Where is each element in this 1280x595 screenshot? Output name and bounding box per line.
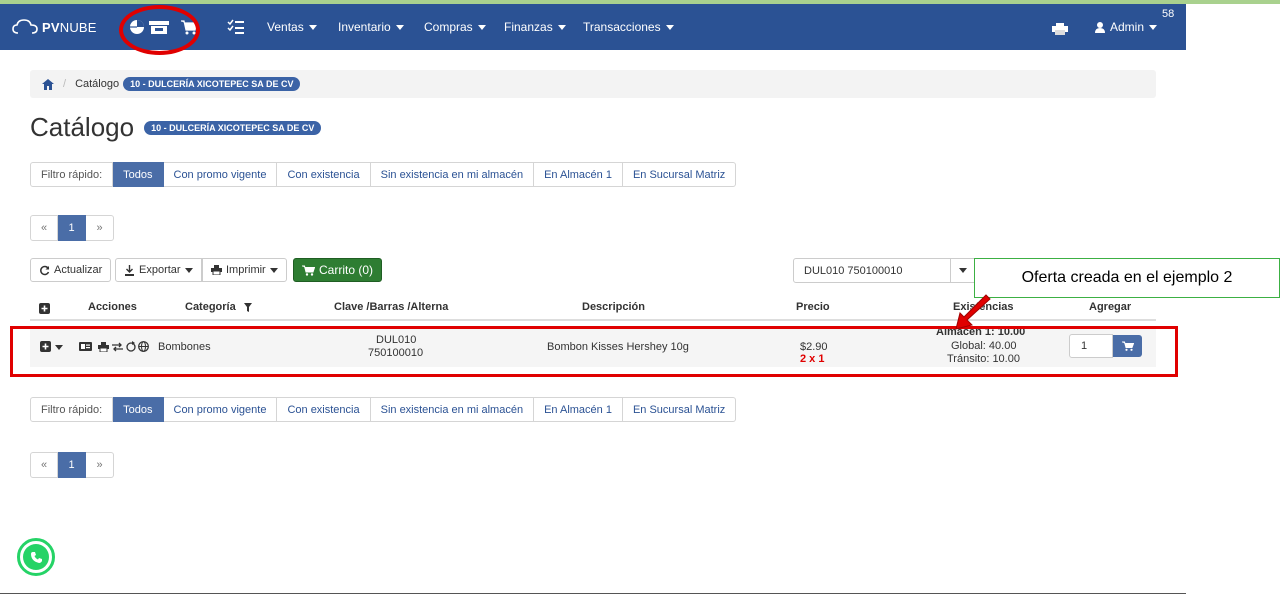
annotation-row-highlight xyxy=(10,326,1178,377)
whatsapp-button[interactable] xyxy=(17,538,55,576)
chevron-down-icon xyxy=(557,24,566,30)
filter-con-existencia[interactable]: Con existencia xyxy=(277,162,371,187)
pagination-bottom: « 1 » xyxy=(30,452,114,478)
menu-label: Transacciones xyxy=(583,20,661,34)
filter-sucursal-matriz[interactable]: En Sucursal Matriz xyxy=(622,162,737,187)
chevron-down-icon xyxy=(1149,24,1158,30)
print-button[interactable]: Imprimir xyxy=(202,258,287,282)
filter-todos[interactable]: Todos xyxy=(113,397,164,422)
chevron-down-icon xyxy=(477,24,486,30)
filter-icon[interactable] xyxy=(244,303,252,312)
checklist-icon[interactable] xyxy=(227,19,245,35)
cart-icon xyxy=(302,265,315,276)
cart-label: Carrito (0) xyxy=(319,263,374,277)
export-icon xyxy=(125,264,134,276)
col-clave: Clave /Barras /Alterna xyxy=(334,301,449,313)
col-acciones: Acciones xyxy=(88,301,137,313)
pager-next[interactable]: » xyxy=(86,452,114,478)
search-dropdown-button[interactable] xyxy=(951,258,976,283)
filter-label: Filtro rápido: xyxy=(30,397,114,422)
printer-icon[interactable] xyxy=(1052,21,1068,37)
chevron-down-icon xyxy=(269,267,278,273)
menu-transacciones[interactable]: Transacciones xyxy=(583,20,674,34)
refresh-button[interactable]: Actualizar xyxy=(30,258,112,282)
logo-text: PVNUBE xyxy=(42,19,97,35)
col-agregar: Agregar xyxy=(1089,301,1132,313)
page-title: Catálogo 10 - DULCERÍA XICOTEPEC SA DE C… xyxy=(30,112,322,143)
annotation-circle xyxy=(119,5,200,55)
filter-label: Filtro rápido: xyxy=(30,162,114,187)
quick-filter-bar-bottom: Filtro rápido: Todos Con promo vigente C… xyxy=(30,397,737,422)
pager-prev[interactable]: « xyxy=(30,215,58,241)
refresh-label: Actualizar xyxy=(54,264,103,276)
chevron-down-icon xyxy=(395,24,404,30)
printer-icon xyxy=(211,265,222,275)
quick-filter-bar: Filtro rápido: Todos Con promo vigente C… xyxy=(30,162,737,187)
filter-todos[interactable]: Todos xyxy=(113,162,164,187)
bottom-border xyxy=(0,593,1186,594)
refresh-icon xyxy=(40,265,50,275)
user-name: Admin xyxy=(1110,20,1145,34)
filter-con-existencia[interactable]: Con existencia xyxy=(277,397,371,422)
user-icon xyxy=(1095,21,1105,33)
chevron-down-icon xyxy=(184,267,193,273)
export-label: Exportar xyxy=(139,264,181,276)
phone-icon xyxy=(23,544,49,570)
filter-sin-existencia[interactable]: Sin existencia en mi almacén xyxy=(370,162,535,187)
annotation-callout: Oferta creada en el ejemplo 2 xyxy=(974,258,1280,298)
chevron-down-icon xyxy=(665,24,674,30)
pagination: « 1 » xyxy=(30,215,114,241)
pager-page[interactable]: 1 xyxy=(58,215,86,241)
filter-almacen-1[interactable]: En Almacén 1 xyxy=(534,397,623,422)
filter-sin-existencia[interactable]: Sin existencia en mi almacén xyxy=(370,397,535,422)
menu-label: Ventas xyxy=(267,20,304,34)
menu-compras[interactable]: Compras xyxy=(424,20,486,34)
filter-sucursal-matriz[interactable]: En Sucursal Matriz xyxy=(622,397,737,422)
pager-prev[interactable]: « xyxy=(30,452,58,478)
col-descripcion: Descripción xyxy=(582,301,645,313)
menu-finanzas[interactable]: Finanzas xyxy=(504,20,566,34)
filter-promo[interactable]: Con promo vigente xyxy=(163,397,278,422)
chevron-down-icon xyxy=(308,24,317,30)
pager-page[interactable]: 1 xyxy=(58,452,86,478)
user-menu[interactable]: Admin xyxy=(1095,20,1158,34)
filter-promo[interactable]: Con promo vigente xyxy=(163,162,278,187)
menu-label: Inventario xyxy=(338,20,391,34)
page-heading: Catálogo xyxy=(30,112,135,142)
cart-button[interactable]: Carrito (0) xyxy=(293,258,383,282)
col-categoria[interactable]: Categoría xyxy=(185,301,236,313)
export-button[interactable]: Exportar xyxy=(115,258,202,282)
chevron-down-icon xyxy=(959,268,967,273)
breadcrumb: / Catálogo 10 - DULCERÍA XICOTEPEC SA DE… xyxy=(30,70,1156,98)
company-badge: 10 - DULCERÍA XICOTEPEC SA DE CV xyxy=(123,77,301,91)
home-icon[interactable] xyxy=(42,78,54,90)
notification-count: 58 xyxy=(1162,8,1175,20)
annotation-arrow-icon xyxy=(955,294,991,330)
product-search-input[interactable]: DUL010 750100010 xyxy=(793,258,951,283)
breadcrumb-separator: / xyxy=(63,78,67,90)
logo[interactable]: PVNUBE xyxy=(12,19,97,35)
col-precio: Precio xyxy=(796,301,830,313)
print-label: Imprimir xyxy=(226,264,266,276)
menu-ventas[interactable]: Ventas xyxy=(267,20,317,34)
cloud-icon xyxy=(12,19,38,34)
filter-almacen-1[interactable]: En Almacén 1 xyxy=(534,162,623,187)
company-badge: 10 - DULCERÍA XICOTEPEC SA DE CV xyxy=(144,120,322,135)
menu-label: Finanzas xyxy=(504,20,553,34)
breadcrumb-current: Catálogo xyxy=(75,78,120,90)
pager-next[interactable]: » xyxy=(86,215,114,241)
menu-inventario[interactable]: Inventario xyxy=(338,20,404,34)
menu-label: Compras xyxy=(424,20,473,34)
expand-all-icon[interactable] xyxy=(39,303,50,314)
